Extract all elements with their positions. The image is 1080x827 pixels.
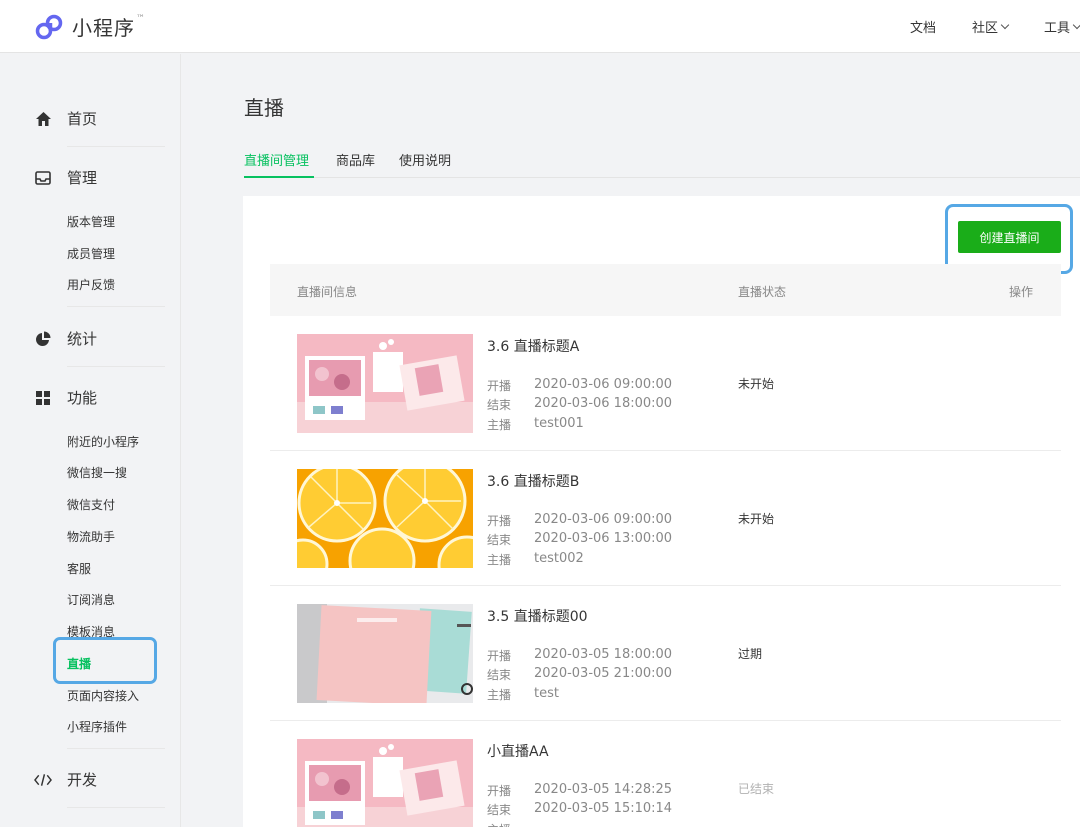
end-time: 2020-03-05 21:00:00 (534, 666, 673, 681)
end-time: 2020-03-06 18:00:00 (534, 396, 673, 411)
sidebar-item-logistics[interactable]: 物流助手 (67, 528, 115, 545)
anchor-name: test002 (534, 551, 584, 566)
cover-image-giftbox (297, 334, 473, 433)
miniprogram-logo-icon (35, 14, 63, 39)
sidebar-item-plugins[interactable]: 小程序插件 (67, 718, 127, 735)
anchor-name: test001 (534, 416, 584, 431)
column-header-info: 直播间信息 (297, 285, 358, 299)
divider (67, 146, 165, 147)
live-room-title: 3.5 直播标题00 (487, 609, 588, 625)
end-time: 2020-03-06 13:00:00 (534, 531, 673, 546)
cover-image-oranges (297, 469, 473, 568)
tab-product-library[interactable]: 商品库 (336, 150, 375, 178)
home-icon (34, 110, 52, 128)
start-time: 2020-03-05 18:00:00 (534, 647, 673, 662)
chevron-down-icon (1072, 20, 1080, 30)
anchor-label: 主播 (487, 821, 511, 827)
anchor-label: 主播 (487, 688, 512, 702)
logo-trademark: ™ (136, 13, 145, 24)
cover-image-notebooks (297, 604, 473, 703)
sidebar-item-label: 首页 (67, 110, 98, 128)
sidebar-item-members[interactable]: 成员管理 (67, 245, 115, 262)
start-label: 开播 (487, 649, 512, 663)
nav-docs[interactable]: 文档 (910, 17, 936, 36)
divider (67, 306, 165, 307)
logo-text: 小程序 (72, 16, 135, 40)
sidebar-item-label: 开发 (67, 771, 98, 789)
sidebar-item-version[interactable]: 版本管理 (67, 213, 115, 230)
sidebar-item-label: 管理 (67, 169, 98, 187)
end-label: 结束 (487, 668, 512, 682)
divider (67, 807, 165, 808)
start-label: 开播 (487, 784, 512, 798)
sidebar-item-label: 功能 (67, 389, 98, 407)
status-label: 未开始 (738, 512, 775, 526)
cover-image-giftbox (297, 739, 473, 827)
sidebar-item-manage[interactable]: 管理 (34, 167, 97, 188)
anchor-label: 主播 (487, 418, 512, 432)
end-time: 2020-03-05 15:10:14 (534, 801, 673, 816)
table-row[interactable]: 3.5 直播标题00 开播 2020-03-05 18:00:00 结束 202… (270, 586, 1061, 721)
anchor-label: 主播 (487, 553, 512, 567)
pie-chart-icon (34, 330, 52, 348)
page-title: 直播 (244, 96, 284, 120)
live-room-title: 3.6 直播标题A (487, 339, 580, 355)
start-time: 2020-03-05 14:28:25 (534, 782, 673, 797)
column-header-status: 直播状态 (738, 285, 787, 299)
start-label: 开播 (487, 514, 512, 528)
tab-live-room-management[interactable]: 直播间管理 (244, 150, 314, 178)
create-live-room-button[interactable]: 创建直播间 (958, 221, 1061, 253)
top-nav: 文档 社区 工具 (910, 17, 1080, 36)
inbox-icon (34, 169, 52, 187)
nav-tools[interactable]: 工具 (1044, 17, 1080, 36)
grid-icon (34, 389, 52, 407)
end-label: 结束 (487, 803, 512, 817)
logo[interactable]: 小程序 ™ (34, 12, 145, 41)
start-time: 2020-03-06 09:00:00 (534, 512, 673, 527)
sidebar-item-pay[interactable]: 微信支付 (67, 496, 115, 513)
sidebar-item-dev[interactable]: 开发 (34, 769, 97, 790)
top-bar: 小程序 ™ 文档 社区 工具 (0, 0, 1080, 53)
end-label: 结束 (487, 533, 512, 547)
highlight-frame-live (53, 637, 157, 684)
nav-community-label: 社区 (971, 21, 998, 36)
column-header-operation: 操作 (1009, 285, 1034, 299)
table-row[interactable]: 3.6 直播标题B 开播 2020-03-06 09:00:00 结束 2020… (270, 451, 1061, 586)
nav-tools-label: 工具 (1043, 21, 1070, 36)
tab-bar: 直播间管理 商品库 使用说明 (244, 150, 1080, 178)
chevron-down-icon (1000, 20, 1010, 30)
sidebar-item-service[interactable]: 客服 (67, 560, 91, 577)
live-room-title: 小直播AA (487, 744, 549, 760)
sidebar-item-nearby[interactable]: 附近的小程序 (67, 433, 139, 450)
sidebar-item-home[interactable]: 首页 (34, 108, 97, 129)
divider (67, 366, 165, 367)
table-header: 直播间信息 直播状态 操作 (270, 264, 1061, 316)
sidebar-item-features[interactable]: 功能 (34, 387, 97, 408)
sidebar-item-subscribe[interactable]: 订阅消息 (67, 591, 115, 608)
sidebar-item-label: 统计 (67, 330, 98, 348)
code-icon (34, 771, 52, 789)
nav-community[interactable]: 社区 (971, 17, 1010, 36)
divider (67, 748, 165, 749)
sidebar-item-search[interactable]: 微信搜一搜 (67, 464, 127, 481)
sidebar-item-stats[interactable]: 统计 (34, 328, 97, 349)
table-row[interactable]: 3.6 直播标题A 开播 2020-03-06 09:00:00 结束 2020… (270, 316, 1061, 451)
live-room-title: 3.6 直播标题B (487, 474, 580, 490)
tab-instructions[interactable]: 使用说明 (399, 150, 451, 178)
status-label: 未开始 (738, 377, 775, 391)
start-label: 开播 (487, 379, 512, 393)
end-label: 结束 (487, 398, 512, 412)
sidebar-item-feedback[interactable]: 用户反馈 (67, 276, 115, 293)
status-label: 过期 (738, 647, 763, 661)
start-time: 2020-03-06 09:00:00 (534, 377, 673, 392)
sidebar-item-content[interactable]: 页面内容接入 (67, 687, 139, 704)
status-label: 已结束 (738, 782, 775, 796)
table-row[interactable]: 小直播AA 开播 2020-03-05 14:28:25 结束 2020-03-… (270, 721, 1061, 827)
sidebar: 首页 管理 版本管理 成员管理 用户反馈 统计 功能 附近的小程序 微信搜一搜 … (0, 54, 181, 827)
anchor-name: test (534, 686, 559, 701)
nav-docs-label: 文档 (909, 21, 936, 36)
